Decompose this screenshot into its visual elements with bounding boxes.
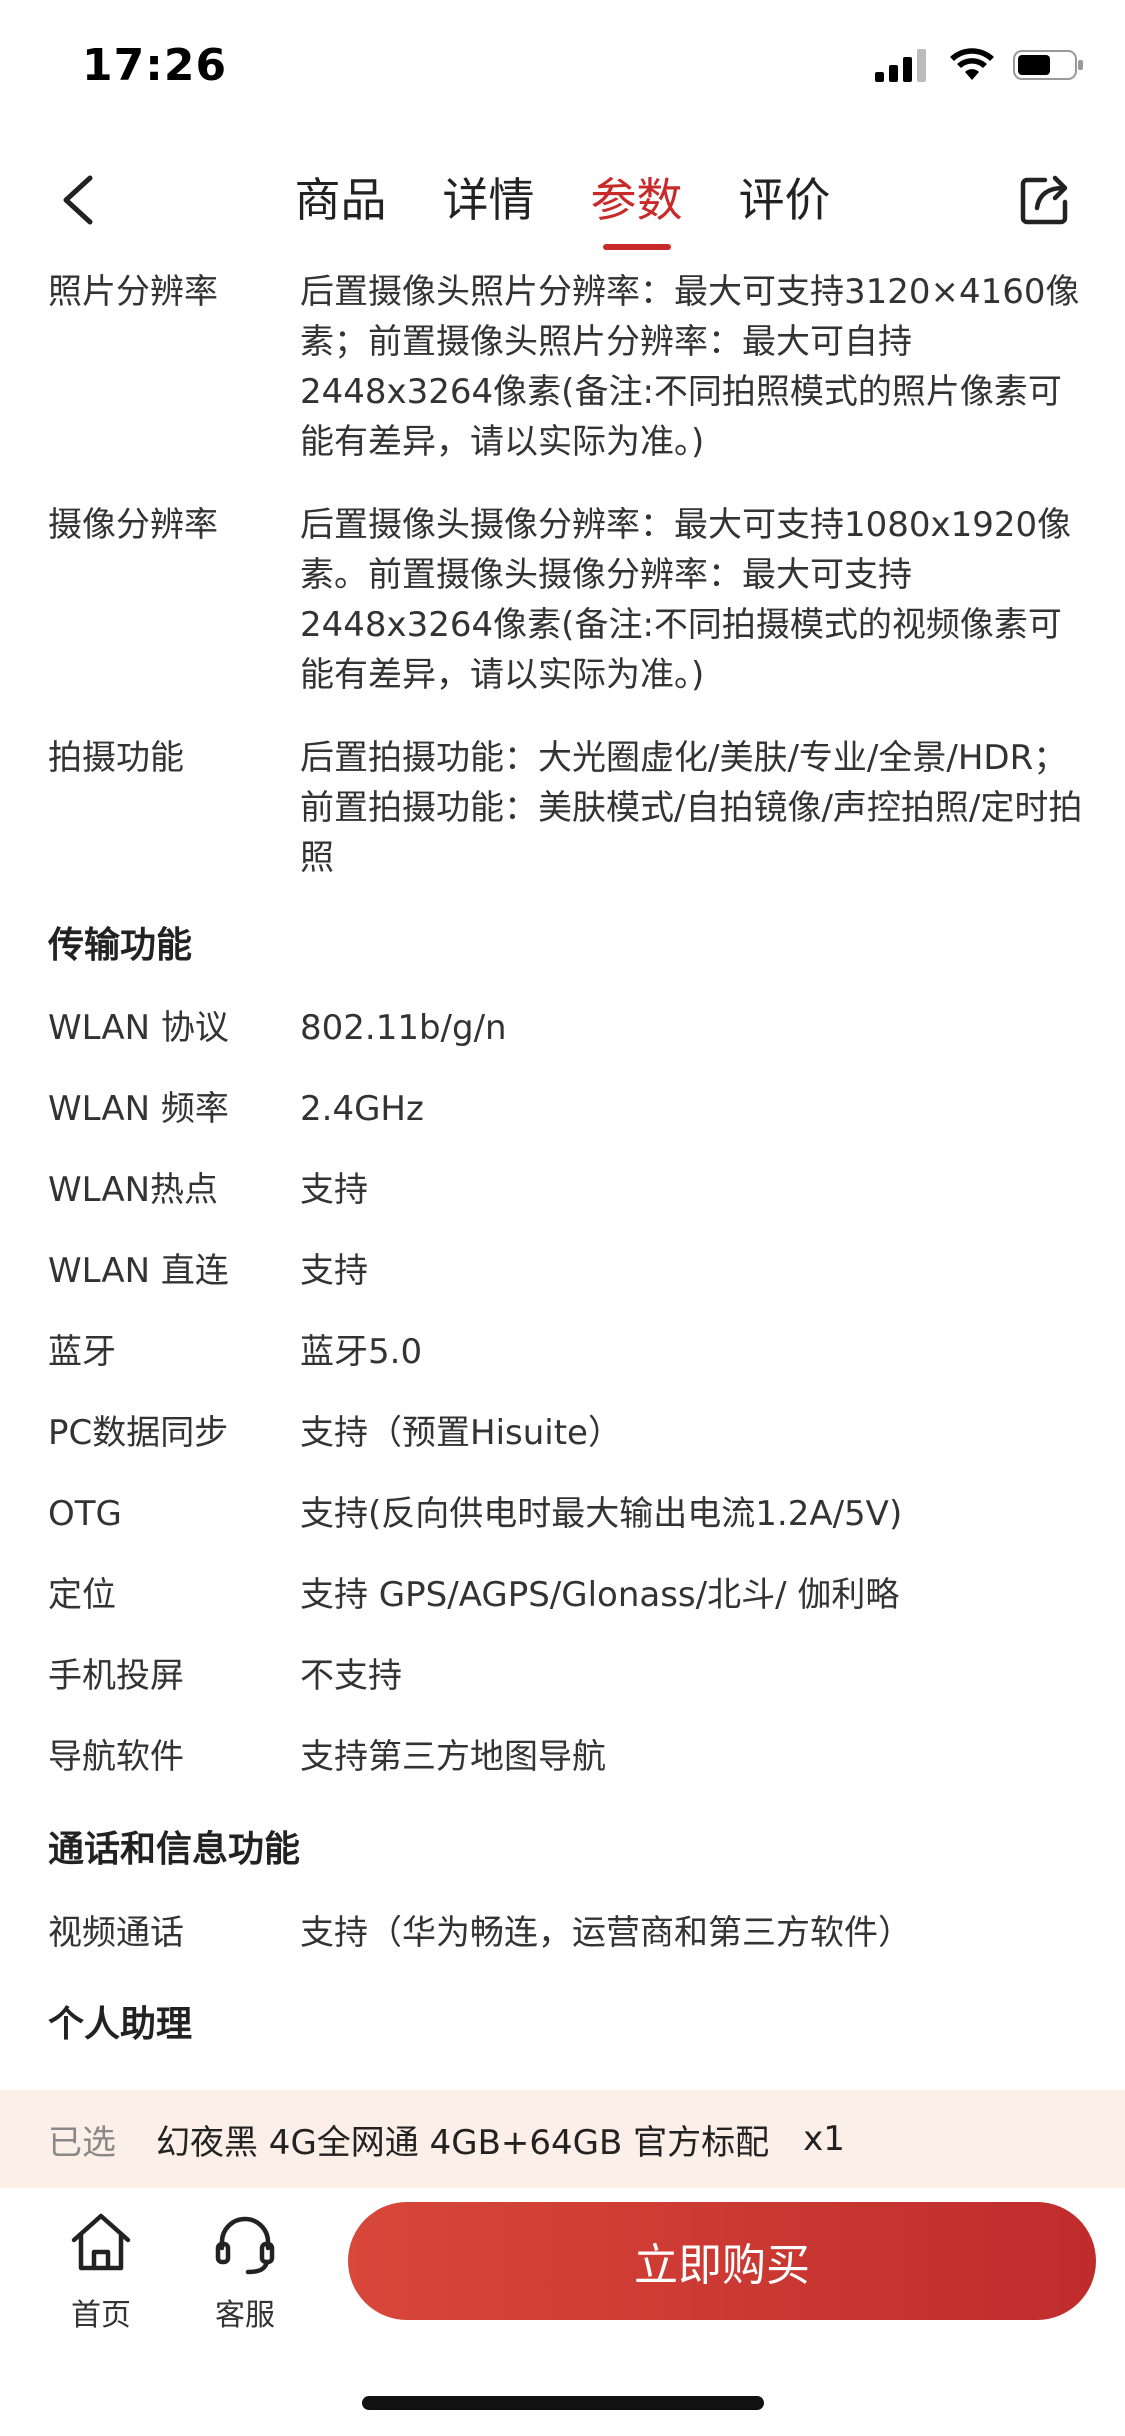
param-value: 后置拍摄功能：大光圈虚化/美肤/专业/全景/HDR；前置拍摄功能：美肤模式/自拍… xyxy=(300,738,1083,878)
customer-service-button[interactable]: 客服 xyxy=(190,2208,300,2334)
status-bar: 17:26 xyxy=(0,0,1125,130)
home-icon xyxy=(71,2213,131,2271)
param-value: 后置摄像头摄像分辨率：最大可支持1080x1920像素。前置摄像头摄像分辨率：最… xyxy=(300,505,1072,695)
param-row: OTG 支持(反向供电时最大输出电流1.2A/5V) xyxy=(48,1489,1085,1539)
selected-label: 已选 xyxy=(48,2122,116,2163)
param-value: 支持 xyxy=(300,1251,368,1291)
status-time: 17:26 xyxy=(82,40,228,91)
param-value: 支持第三方地图导航 xyxy=(300,1737,606,1777)
home-indicator xyxy=(362,2396,764,2410)
headset-icon xyxy=(215,2216,275,2275)
param-key: 蓝牙 xyxy=(48,1332,116,1372)
param-key: PC数据同步 xyxy=(48,1413,229,1453)
param-key: OTG xyxy=(48,1494,122,1534)
section-title-transfer: 传输功能 xyxy=(48,925,193,966)
param-key: WLAN 直连 xyxy=(48,1251,229,1291)
tab-reviews[interactable]: 评价 xyxy=(739,140,831,260)
param-key: 视频通话 xyxy=(48,1913,184,1953)
param-key: 照片分辨率 xyxy=(48,272,218,312)
param-key: WLAN 协议 xyxy=(48,1008,229,1048)
param-key: 导航软件 xyxy=(48,1737,184,1777)
share-icon[interactable] xyxy=(1015,170,1075,230)
param-row: 定位 支持 GPS/AGPS/Glonass/北斗/ 伽利略 xyxy=(48,1570,1085,1620)
tab-params[interactable]: 参数 xyxy=(591,140,683,260)
tab-details[interactable]: 详情 xyxy=(443,140,535,260)
selected-quantity: x1 xyxy=(803,2119,845,2159)
section-title-call: 通话和信息功能 xyxy=(48,1829,301,1870)
nav-bar: 商品 详情 参数 评价 xyxy=(0,140,1125,260)
wifi-icon xyxy=(950,48,994,80)
home-button[interactable]: 首页 xyxy=(46,2208,156,2334)
param-row: 照片分辨率 后置摄像头照片分辨率：最大可支持3120×4160像素；前置摄像头照… xyxy=(48,267,1085,467)
param-row: 视频通话 支持（华为畅连，运营商和第三方软件） xyxy=(48,1908,1085,1958)
param-value: 后置摄像头照片分辨率：最大可支持3120×4160像素；前置摄像头照片分辨率：最… xyxy=(300,272,1080,462)
param-row: WLAN 直连 支持 xyxy=(48,1246,1085,1296)
param-key: 手机投屏 xyxy=(48,1656,184,1696)
param-row: WLAN 频率 2.4GHz xyxy=(48,1084,1085,1134)
param-row: PC数据同步 支持（预置Hisuite） xyxy=(48,1408,1085,1458)
param-key: 摄像分辨率 xyxy=(48,505,218,545)
section-title-assistant: 个人助理 xyxy=(48,2004,193,2045)
signal-icon xyxy=(875,49,926,82)
param-key: WLAN热点 xyxy=(48,1170,219,1210)
param-value: 支持(反向供电时最大输出电流1.2A/5V) xyxy=(300,1494,903,1534)
param-value: 支持 GPS/AGPS/Glonass/北斗/ 伽利略 xyxy=(300,1575,900,1615)
param-row: WLAN 协议 802.11b/g/n xyxy=(48,1003,1085,1053)
buy-now-button[interactable]: 立即购买 xyxy=(348,2202,1096,2320)
param-value: 支持（预置Hisuite） xyxy=(300,1413,622,1453)
param-key: WLAN 频率 xyxy=(48,1089,229,1129)
tab-goods[interactable]: 商品 xyxy=(295,140,387,260)
param-value: 不支持 xyxy=(300,1656,402,1696)
service-label: 客服 xyxy=(215,2298,275,2333)
params-content: 照片分辨率 后置摄像头照片分辨率：最大可支持3120×4160像素；前置摄像头照… xyxy=(0,260,1125,2090)
param-row: 拍摄功能 后置拍摄功能：大光圈虚化/美肤/专业/全景/HDR；前置拍摄功能：美肤… xyxy=(48,733,1085,883)
param-value: 蓝牙5.0 xyxy=(300,1332,423,1372)
param-value: 支持（华为畅连，运营商和第三方软件） xyxy=(300,1913,912,1953)
battery-icon xyxy=(1013,50,1083,80)
selected-spec-bar[interactable]: 已选 幻夜黑 4G全网通 4GB+64GB 官方标配 x1 xyxy=(0,2090,1125,2188)
param-value: 2.4GHz xyxy=(300,1089,424,1129)
tab-bar: 商品 详情 参数 评价 xyxy=(0,140,1125,260)
status-icons xyxy=(875,48,1085,82)
param-key: 定位 xyxy=(48,1575,116,1615)
selected-value: 幻夜黑 4G全网通 4GB+64GB 官方标配 xyxy=(156,2122,770,2163)
param-row: 摄像分辨率 后置摄像头摄像分辨率：最大可支持1080x1920像素。前置摄像头摄… xyxy=(48,500,1085,700)
param-row: 导航软件 支持第三方地图导航 xyxy=(48,1732,1085,1782)
param-row: WLAN热点 支持 xyxy=(48,1165,1085,1215)
param-row: 手机投屏 不支持 xyxy=(48,1651,1085,1701)
home-label: 首页 xyxy=(71,2298,131,2333)
param-value: 支持 xyxy=(300,1170,368,1210)
param-key: 拍摄功能 xyxy=(48,738,184,778)
param-row: 蓝牙 蓝牙5.0 xyxy=(48,1327,1085,1377)
param-value: 802.11b/g/n xyxy=(300,1008,507,1048)
